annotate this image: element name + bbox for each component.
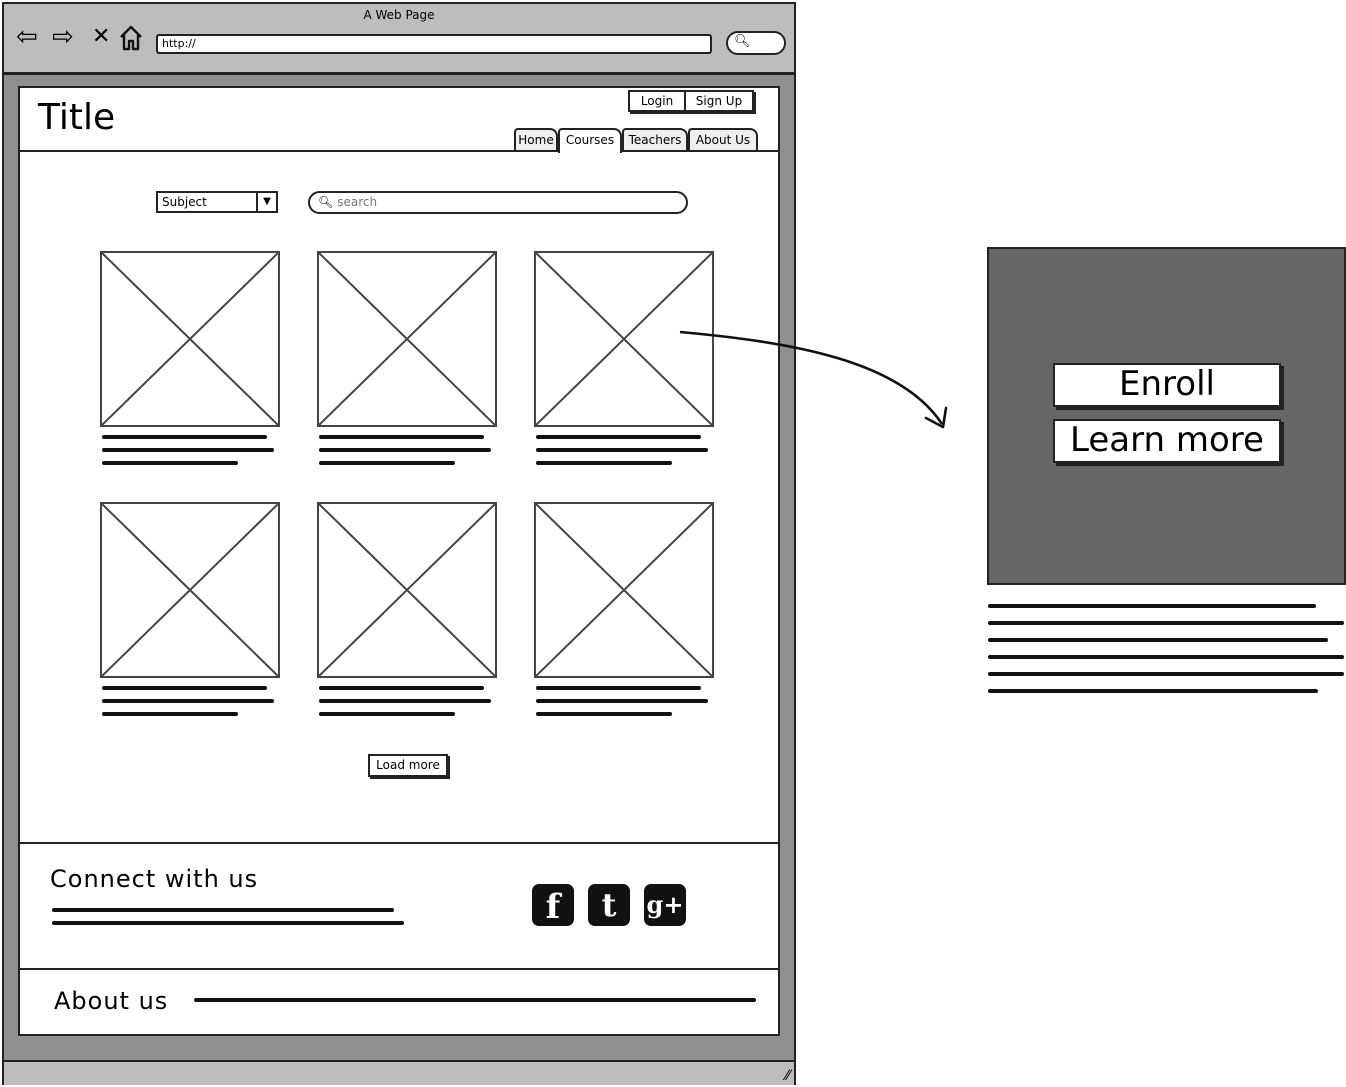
tab-about-us[interactable]: About Us: [688, 128, 758, 150]
search-placeholder: search: [337, 195, 378, 209]
learn-more-button[interactable]: Learn more: [1053, 419, 1281, 463]
about-section: About us: [20, 968, 778, 1034]
facebook-icon[interactable]: f: [532, 884, 574, 927]
load-more-button[interactable]: Load more: [368, 754, 448, 777]
tab-courses[interactable]: Courses: [558, 128, 622, 153]
search-icon: 🔍︎: [318, 195, 334, 209]
course-card-text: [319, 686, 494, 725]
enroll-button[interactable]: Enroll: [1053, 363, 1281, 407]
search-icon: 🔍︎: [734, 34, 751, 49]
course-card-image[interactable]: [317, 251, 497, 427]
course-card-image[interactable]: [100, 251, 280, 427]
browser-window: A Web Page ⇦ ⇨ ✕ http:// 🔍︎ Title Login …: [2, 2, 796, 1085]
browser-search-field[interactable]: 🔍︎: [726, 31, 786, 55]
resize-grip-icon[interactable]: ⁄⁄: [785, 1069, 790, 1083]
connect-heading: Connect with us: [50, 865, 259, 893]
connect-section: Connect with us f t g+: [20, 842, 778, 968]
back-icon[interactable]: ⇦: [16, 24, 38, 50]
course-card-text: [536, 686, 711, 725]
course-card-text: [102, 686, 277, 725]
about-text: [194, 998, 760, 1011]
page-title: Title: [38, 97, 116, 138]
web-page: Title Login Sign Up Home Courses Teacher…: [18, 86, 780, 1036]
course-card-text: [102, 435, 277, 474]
close-icon[interactable]: ✕: [92, 24, 110, 50]
tab-home[interactable]: Home: [514, 128, 558, 150]
course-card-text: [319, 435, 494, 474]
card-hover-overlay: Enroll Learn more: [987, 247, 1346, 585]
status-bar: ⁄⁄: [4, 1060, 794, 1085]
course-card-image[interactable]: [317, 502, 497, 678]
subject-dropdown[interactable]: Subject ▼: [156, 191, 278, 213]
google-plus-icon[interactable]: g+: [644, 884, 686, 926]
course-card-image[interactable]: [534, 502, 714, 678]
forward-icon[interactable]: ⇨: [52, 24, 74, 50]
subject-dropdown-value: Subject: [162, 195, 207, 209]
window-title: A Web Page: [363, 8, 435, 22]
about-heading: About us: [54, 987, 169, 1015]
connect-text: [52, 908, 407, 934]
signup-button[interactable]: Sign Up: [684, 90, 754, 112]
annotation-arrow: [679, 330, 948, 429]
home-icon[interactable]: [118, 24, 144, 52]
login-button[interactable]: Login: [628, 90, 686, 112]
overlay-description: [988, 604, 1346, 706]
url-bar[interactable]: http://: [156, 34, 712, 54]
course-card-image[interactable]: [100, 502, 280, 678]
twitter-icon[interactable]: t: [588, 884, 630, 926]
header-divider: [20, 150, 778, 152]
chevron-down-icon[interactable]: ▼: [256, 193, 276, 211]
tab-teachers[interactable]: Teachers: [622, 128, 688, 150]
search-input[interactable]: 🔍︎ search: [308, 191, 688, 214]
course-card-text: [536, 435, 711, 474]
